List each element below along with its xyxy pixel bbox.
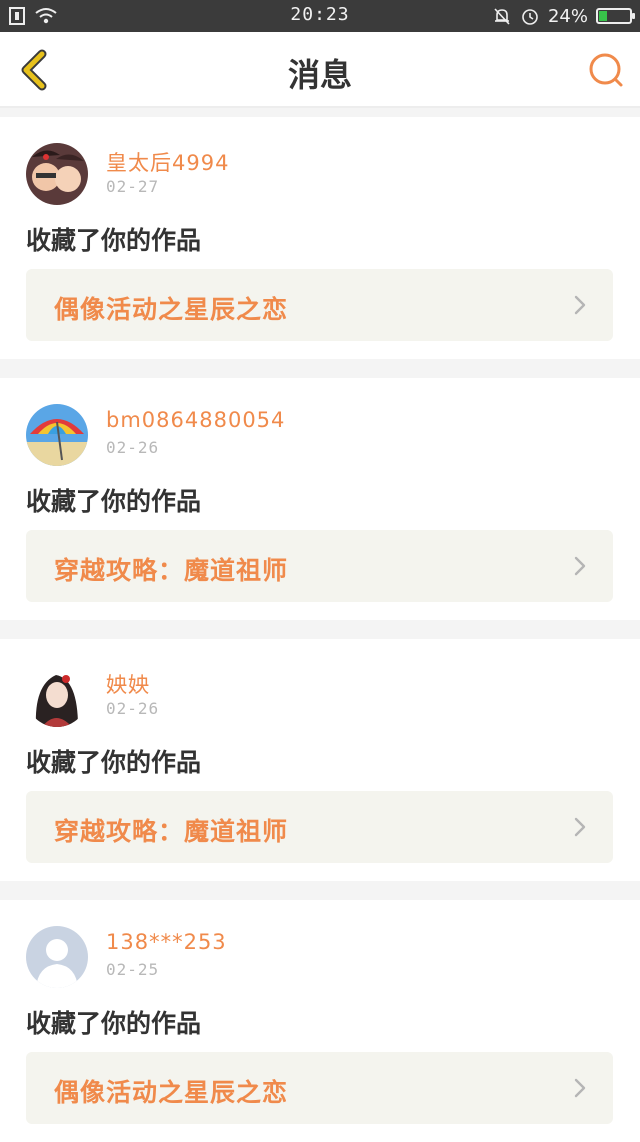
- work-title: 穿越攻略：魔道祖师: [54, 817, 289, 846]
- work-title: 穿越攻略：魔道祖师: [54, 556, 289, 585]
- action-text: 收藏了你的作品: [26, 487, 202, 516]
- avatar[interactable]: [26, 926, 88, 988]
- work-link[interactable]: 偶像活动之星辰之恋: [26, 269, 613, 341]
- status-right-icons: 24%: [492, 5, 635, 27]
- message-date: 02-26: [106, 699, 160, 718]
- bell-muted-icon: [494, 8, 510, 25]
- chevron-right-icon: [574, 295, 586, 315]
- username[interactable]: 姎姎: [106, 669, 150, 699]
- avatar[interactable]: [26, 143, 88, 205]
- chevron-right-icon: [574, 1078, 586, 1098]
- message-date: 02-26: [106, 438, 160, 457]
- chevron-right-icon: [574, 817, 586, 837]
- work-title: 偶像活动之星辰之恋: [54, 295, 289, 324]
- battery-percent: 24%: [547, 5, 588, 27]
- header: 消息: [0, 32, 640, 108]
- message-card: 138***253 02-25 收藏了你的作品 偶像活动之星辰之恋: [0, 900, 640, 1142]
- work-link[interactable]: 偶像活动之星辰之恋: [26, 1052, 613, 1124]
- chevron-right-icon: [574, 556, 586, 576]
- avatar[interactable]: [26, 665, 88, 727]
- work-title: 偶像活动之星辰之恋: [54, 1078, 289, 1107]
- action-text: 收藏了你的作品: [26, 748, 202, 777]
- page-title: 消息: [287, 56, 352, 94]
- work-link[interactable]: 穿越攻略：魔道祖师: [26, 791, 613, 863]
- battery-icon: [596, 8, 635, 24]
- action-text: 收藏了你的作品: [26, 226, 202, 255]
- status-bar: 20:23 24%: [0, 0, 640, 32]
- username[interactable]: 138***253: [106, 930, 227, 954]
- alarm-icon: [522, 9, 538, 25]
- message-card: 皇太后4994 02-27 收藏了你的作品 偶像活动之星辰之恋: [0, 117, 640, 359]
- username[interactable]: bm0864880054: [106, 408, 285, 432]
- action-text: 收藏了你的作品: [26, 1009, 202, 1038]
- search-icon[interactable]: [586, 50, 626, 90]
- message-card: 姎姎 02-26 收藏了你的作品 穿越攻略：魔道祖师: [0, 639, 640, 881]
- message-date: 02-25: [106, 960, 160, 979]
- username[interactable]: 皇太后4994: [106, 147, 229, 177]
- message-date: 02-27: [106, 177, 160, 196]
- message-card: bm0864880054 02-26 收藏了你的作品 穿越攻略：魔道祖师: [0, 378, 640, 620]
- work-link[interactable]: 穿越攻略：魔道祖师: [26, 530, 613, 602]
- avatar[interactable]: [26, 404, 88, 466]
